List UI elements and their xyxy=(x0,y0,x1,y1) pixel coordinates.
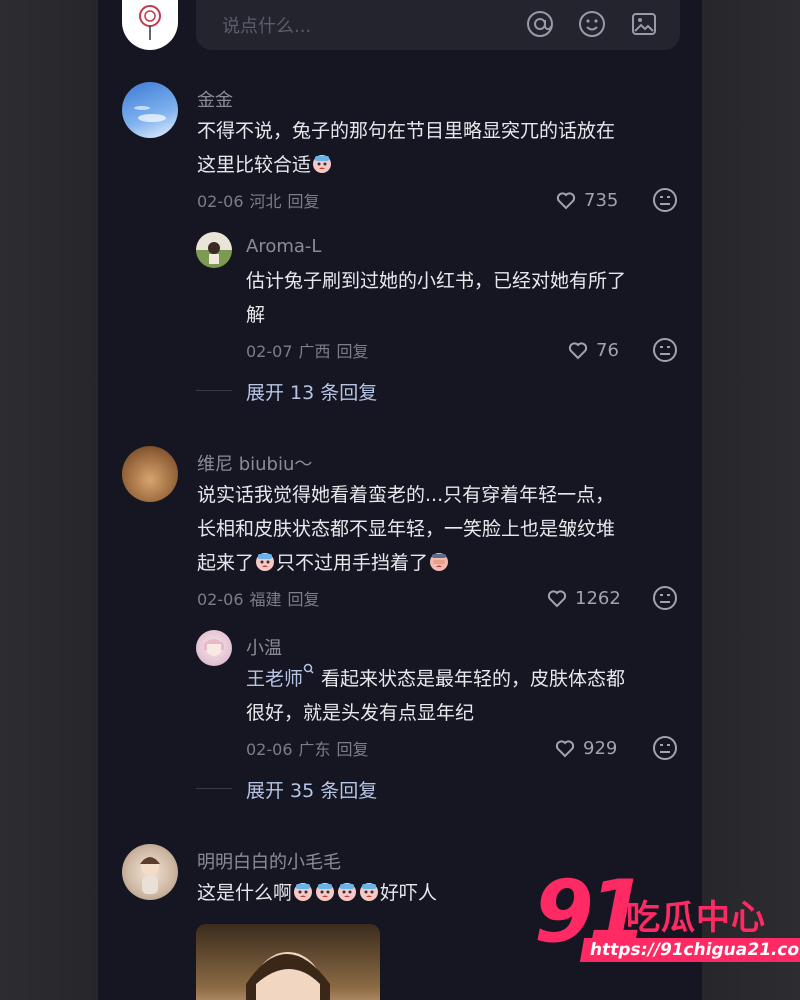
heart-icon xyxy=(547,590,567,608)
reply-region: 广西 xyxy=(298,342,331,361)
heart-icon xyxy=(556,192,576,210)
comment-date: 02-06 xyxy=(197,590,244,609)
comment-region: 福建 xyxy=(249,590,282,609)
image-icon[interactable] xyxy=(630,10,658,38)
reply-text: 王老师 看起来状态是最年轻的，皮肤体态都 很好，就是头发有点显年纪 xyxy=(246,662,625,730)
dislike-face-icon[interactable] xyxy=(652,337,678,363)
comments-panel: 说点什么... 金金 不得不说，兔子的那句在节目里略显突兀的话放在 这里比较合适… xyxy=(98,0,702,1000)
site-watermark: 91 吃瓜中心 https://91chigua21.com xyxy=(534,862,800,968)
comment-text: 说实话我觉得她看着蛮老的...只有穿着年轻一点， 长相和皮肤状态都不显年轻，一笑… xyxy=(197,478,615,580)
comment-input[interactable]: 说点什么... xyxy=(196,0,680,50)
expand-divider xyxy=(196,788,232,789)
facepalm-emoji-icon xyxy=(430,553,449,571)
emoji-icon[interactable] xyxy=(578,10,606,38)
comment-meta: 02-06 河北 回复 xyxy=(197,188,326,212)
reply-text-line: 看起来状态是最年轻的，皮肤体态都 xyxy=(315,668,626,690)
avatar[interactable] xyxy=(122,446,178,502)
dislike-face-icon[interactable] xyxy=(652,735,678,761)
comment-author[interactable]: 维尼 biubiu～ xyxy=(197,450,312,476)
mention-link[interactable]: 王老师 xyxy=(246,668,303,690)
reply-date: 02-07 xyxy=(246,342,293,361)
avatar[interactable] xyxy=(196,232,232,268)
reply-date: 02-06 xyxy=(246,740,293,759)
heart-icon xyxy=(555,740,575,758)
watermark-title: 吃瓜中心 xyxy=(626,898,766,938)
right-backdrop xyxy=(702,0,800,1000)
heart-icon xyxy=(568,342,588,360)
reply-author[interactable]: Aroma-L xyxy=(246,236,321,257)
crying-emoji-icon xyxy=(294,883,313,901)
avatar[interactable] xyxy=(196,630,232,666)
like-button[interactable]: 1262 xyxy=(545,586,621,610)
comment-date: 02-06 xyxy=(197,192,244,211)
reply-button[interactable]: 回复 xyxy=(337,740,369,759)
expand-divider xyxy=(196,390,232,391)
comment-author[interactable]: 明明白白的小毛毛 xyxy=(197,848,341,874)
comment-text-line: 这是什么啊 xyxy=(197,882,293,904)
avatar[interactable] xyxy=(122,844,178,900)
comment-text-line: 不得不说，兔子的那句在节目里略显突兀的话放在 xyxy=(197,120,616,142)
search-icon xyxy=(303,663,314,674)
like-count: 76 xyxy=(596,339,619,361)
at-icon[interactable] xyxy=(526,10,554,38)
reply-region: 广东 xyxy=(298,740,331,759)
crying-emoji-icon xyxy=(313,155,332,173)
left-backdrop xyxy=(0,0,98,1000)
reply-text-line: 很好，就是头发有点显年纪 xyxy=(246,702,475,724)
comment-text-line: 这里比较合适 xyxy=(197,154,312,176)
like-count: 929 xyxy=(583,737,618,759)
crying-emoji-icon xyxy=(360,883,379,901)
comment-text-line: 好吓人 xyxy=(380,882,438,904)
dislike-face-icon[interactable] xyxy=(652,187,678,213)
like-button[interactable]: 735 xyxy=(554,188,618,212)
comment-text-line: 说实话我觉得她看着蛮老的...只有穿着年轻一点， xyxy=(197,484,615,506)
reply-button[interactable]: 回复 xyxy=(288,192,320,211)
comment-text-line: 只不过用手挡着了 xyxy=(276,552,429,574)
expand-replies-button[interactable]: 展开 13 条回复 xyxy=(246,378,377,405)
reply-meta: 02-06 广东 回复 xyxy=(246,736,375,760)
reply-author[interactable]: 小温 xyxy=(246,634,282,660)
like-button[interactable]: 76 xyxy=(566,338,619,362)
my-avatar[interactable] xyxy=(122,0,178,50)
comment-image[interactable] xyxy=(196,924,380,1000)
comment-text: 不得不说，兔子的那句在节目里略显突兀的话放在 这里比较合适 xyxy=(197,114,615,182)
crying-emoji-icon xyxy=(338,883,357,901)
comment-text-line: 长相和皮肤状态都不显年轻，一笑脸上也是皱纹堆 xyxy=(197,518,616,540)
reply-meta: 02-07 广西 回复 xyxy=(246,338,375,362)
like-count: 735 xyxy=(584,189,619,211)
comment-author[interactable]: 金金 xyxy=(197,86,233,112)
reply-button[interactable]: 回复 xyxy=(288,590,320,609)
expand-replies-button[interactable]: 展开 35 条回复 xyxy=(246,776,377,803)
reply-text: 估计兔子刷到过她的小红书，已经对她有所了 解 xyxy=(246,264,626,332)
reply-text-line: 解 xyxy=(246,304,266,326)
comment-text: 这是什么啊 好吓人 xyxy=(197,876,437,910)
comment-meta: 02-06 福建 回复 xyxy=(197,586,326,610)
reply-text-line: 估计兔子刷到过她的小红书，已经对她有所了 xyxy=(246,270,627,292)
comment-input-placeholder: 说点什么... xyxy=(222,16,312,37)
watermark-url: https://91chigua21.com xyxy=(579,938,800,962)
crying-emoji-icon xyxy=(316,883,335,901)
crying-emoji-icon xyxy=(256,553,275,571)
comment-region: 河北 xyxy=(249,192,282,211)
dislike-face-icon[interactable] xyxy=(652,585,678,611)
like-button[interactable]: 929 xyxy=(553,736,617,760)
like-count: 1262 xyxy=(575,587,621,609)
avatar[interactable] xyxy=(122,82,178,138)
comment-text-line: 起来了 xyxy=(197,552,255,574)
reply-button[interactable]: 回复 xyxy=(337,342,369,361)
